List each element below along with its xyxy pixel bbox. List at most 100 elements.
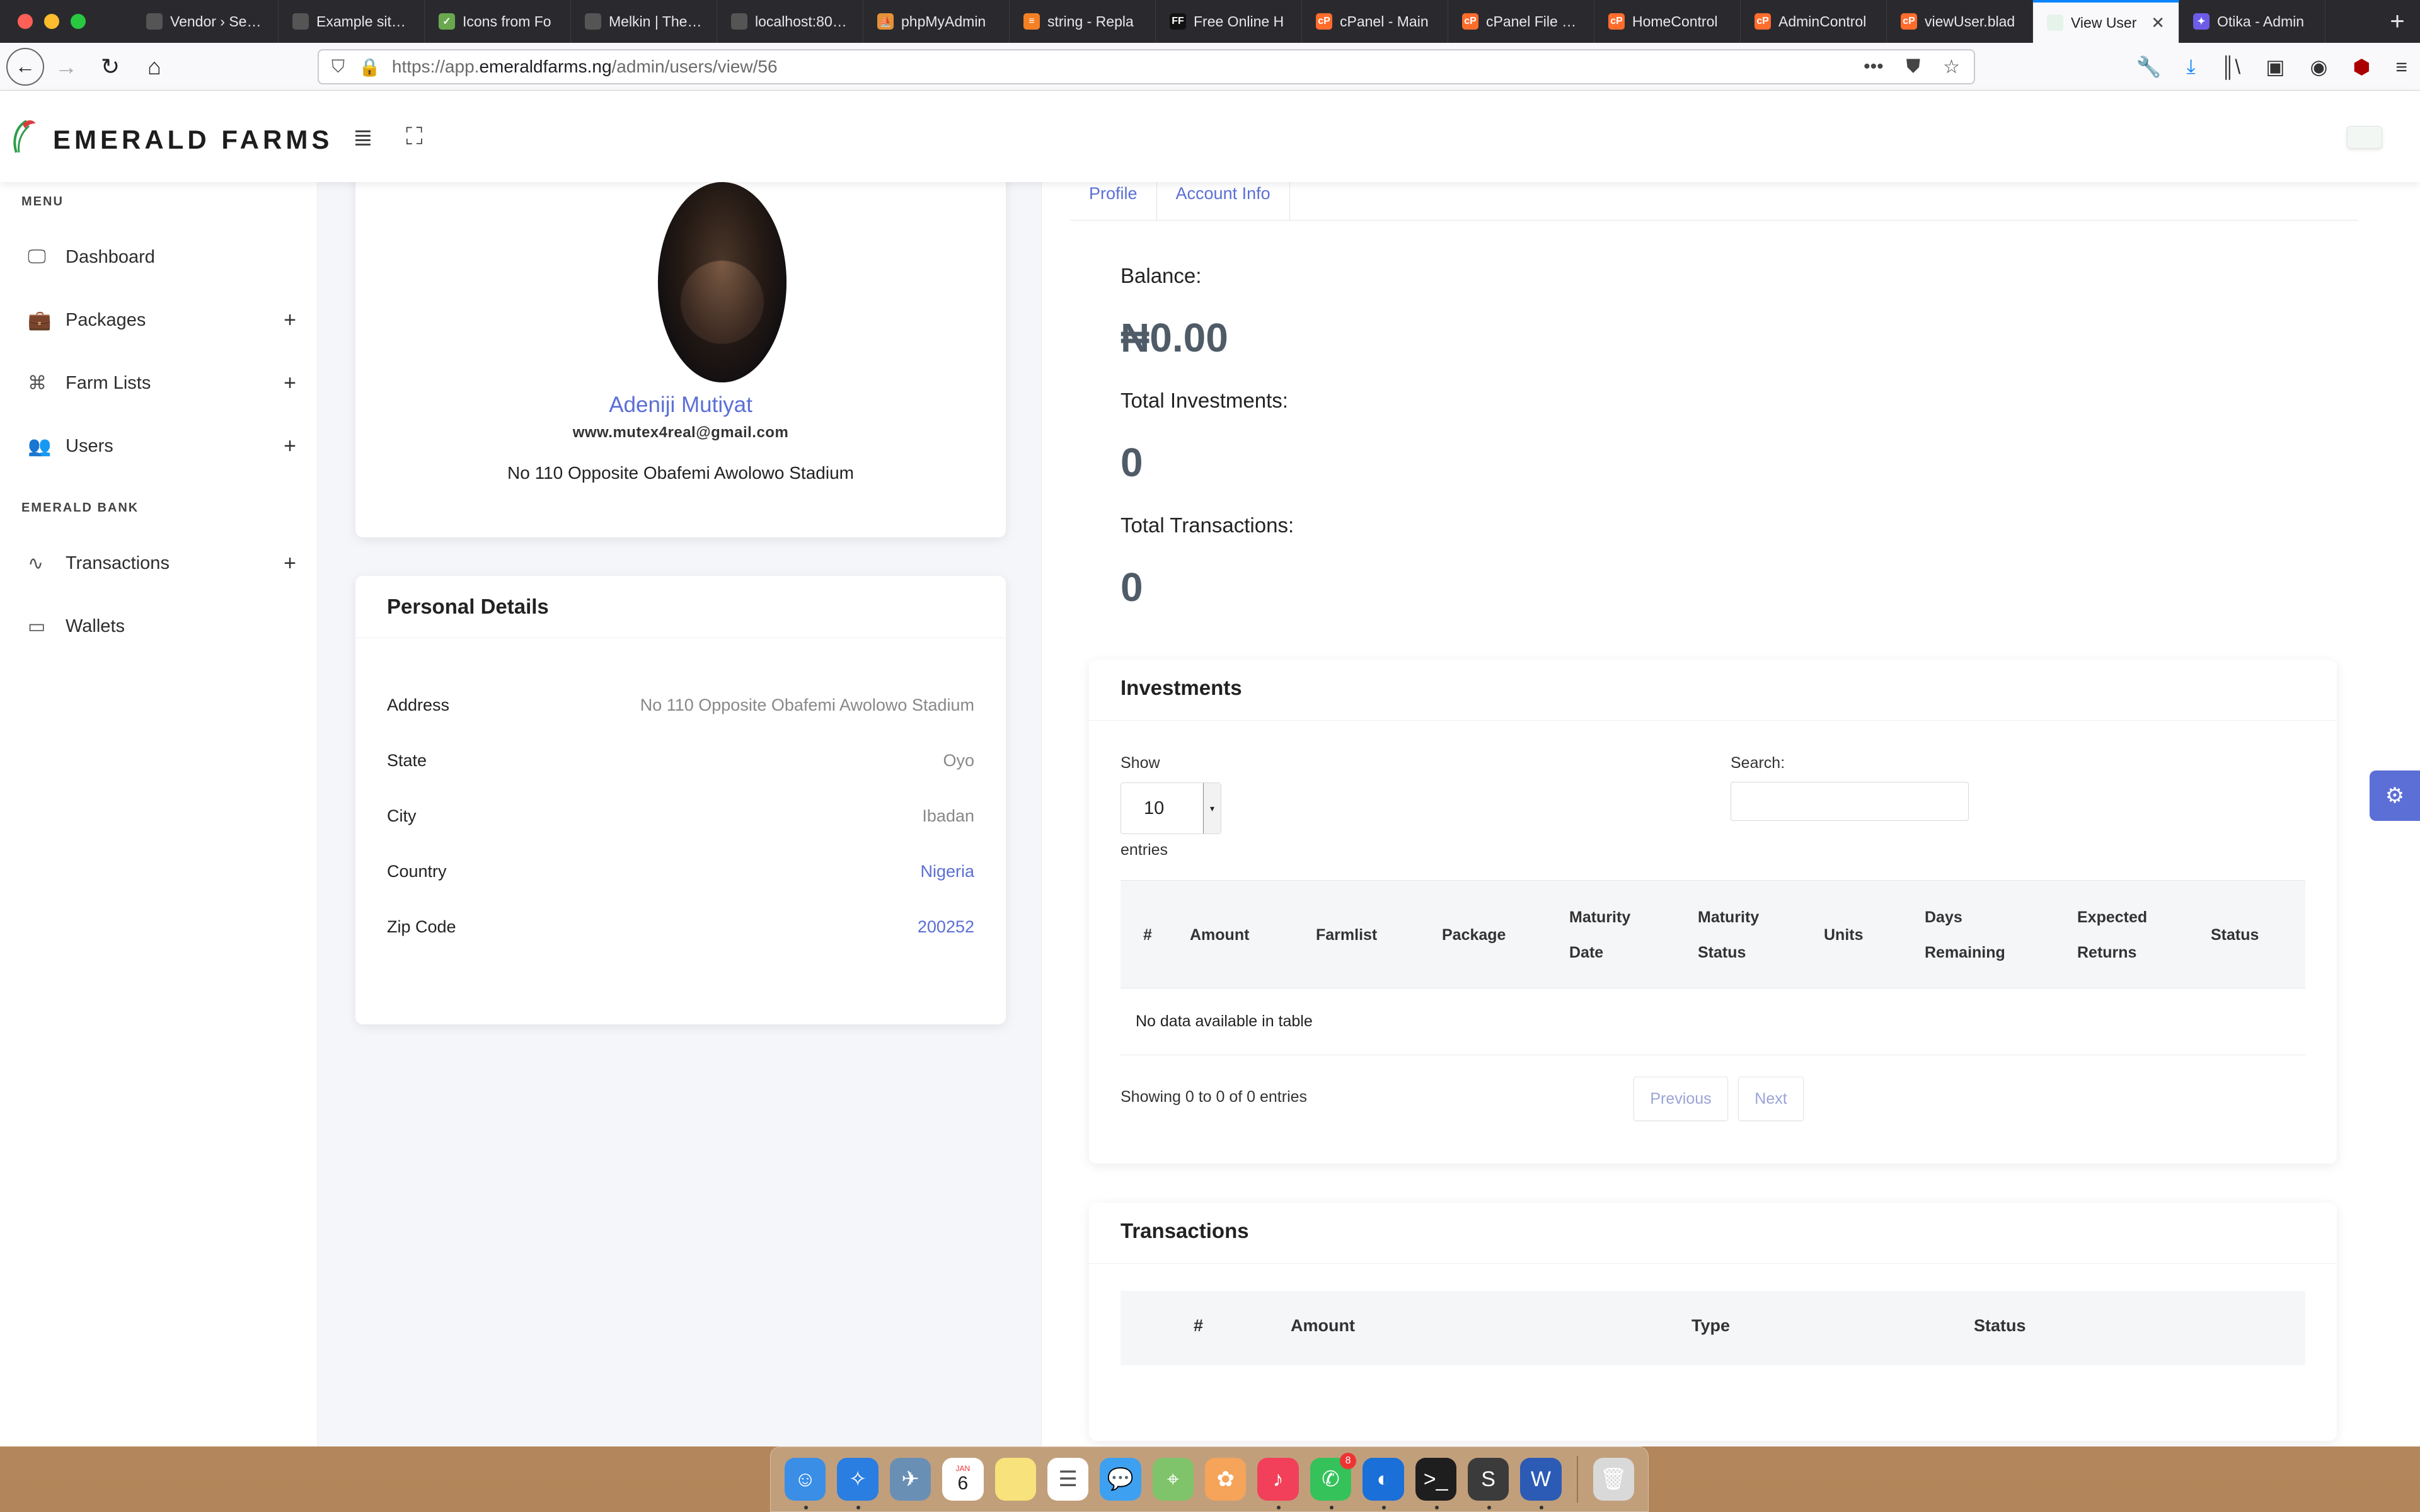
sidebar-item-transactions[interactable]: ∿ Transactions + bbox=[0, 541, 318, 585]
wrench-icon[interactable]: 🔧 bbox=[2136, 55, 2162, 79]
browser-tab[interactable]: Example site nam bbox=[279, 0, 425, 43]
fullscreen-window-button[interactable] bbox=[71, 14, 86, 29]
messages-icon[interactable]: 💬 bbox=[1100, 1458, 1141, 1501]
browser-tab[interactable]: cP viewUser.blad bbox=[1887, 0, 2033, 43]
expand-plus-icon[interactable]: + bbox=[284, 551, 296, 576]
sidebar-item-packages[interactable]: 💼 Packages + bbox=[0, 298, 318, 342]
library-icon[interactable]: ║\ bbox=[2221, 55, 2241, 79]
forward-button[interactable]: → bbox=[44, 48, 88, 86]
terminal-icon[interactable]: >_ bbox=[1415, 1458, 1456, 1509]
sidebar-item-dashboard[interactable]: 🖵 Dashboard bbox=[0, 235, 318, 279]
word-icon[interactable]: W bbox=[1520, 1458, 1562, 1509]
table-header-cell[interactable]: Type bbox=[1691, 1316, 1730, 1336]
divider bbox=[1089, 720, 2337, 721]
table-header-cell[interactable]: # bbox=[1194, 1316, 1203, 1336]
table-header-cell[interactable]: Amount bbox=[1291, 1316, 1355, 1336]
reminders-icon[interactable]: ☰ bbox=[1047, 1458, 1089, 1501]
finder-icon[interactable]: ☺ bbox=[785, 1458, 826, 1509]
fullscreen-icon[interactable]: ⛶ bbox=[406, 123, 423, 151]
sidebar-item-wallets[interactable]: ▭ Wallets bbox=[0, 604, 318, 648]
close-tab-icon[interactable]: ✕ bbox=[2151, 13, 2165, 33]
safari-icon[interactable]: ✧ bbox=[837, 1458, 879, 1509]
browser-tab[interactable]: cP cPanel File Ma bbox=[1448, 0, 1594, 43]
new-tab-button[interactable]: + bbox=[2375, 0, 2420, 43]
browser-tab[interactable]: ≡ string - Repla bbox=[1010, 0, 1156, 43]
trash-icon[interactable]: 🗑 bbox=[1593, 1458, 1634, 1501]
browser-tab[interactable]: View User ✕ bbox=[2033, 0, 2179, 43]
browser-tab[interactable]: Melkin | The book bbox=[571, 0, 717, 43]
account-icon[interactable]: ◉ bbox=[2310, 55, 2327, 79]
running-indicator bbox=[1329, 1506, 1334, 1509]
ublock-icon[interactable]: ⬢ bbox=[2353, 55, 2370, 79]
download-icon[interactable]: ⤓ bbox=[2187, 55, 2196, 79]
maps-icon[interactable]: ⌖ bbox=[1152, 1458, 1194, 1501]
sublime-icon[interactable]: S bbox=[1467, 1458, 1509, 1509]
sidebar-item-users[interactable]: 👥 Users + bbox=[0, 424, 318, 468]
expand-plus-icon[interactable]: + bbox=[284, 308, 296, 333]
dock-separator bbox=[1576, 1456, 1578, 1503]
table-header-cell[interactable]: Package bbox=[1442, 917, 1543, 953]
tab-label: cPanel - Main bbox=[1340, 13, 1429, 30]
whatsapp-icon[interactable]: ✆ 8 bbox=[1310, 1453, 1357, 1509]
previous-page-button[interactable]: Previous bbox=[1634, 1077, 1728, 1121]
hamburger-menu-icon[interactable]: ≣ bbox=[353, 123, 373, 152]
browser-tab[interactable]: cP AdminControl bbox=[1741, 0, 1887, 43]
browser-tab[interactable]: FF Free Online H bbox=[1156, 0, 1302, 43]
browser-tab[interactable]: ✦ Otika - Admin bbox=[2179, 0, 2325, 43]
table-header-cell[interactable]: # bbox=[1143, 917, 1168, 953]
pocket-icon[interactable]: ⛊ bbox=[1906, 56, 1921, 78]
browser-tabs: Vendor › Setup W Example site nam ✓ Icons f… bbox=[132, 0, 2375, 43]
tab-favicon-icon: cP bbox=[1462, 13, 1478, 30]
browser-tab[interactable]: cP HomeControl bbox=[1594, 0, 1741, 43]
monitor-icon: 🖵 bbox=[28, 246, 46, 267]
table-header-cell[interactable]: Amount bbox=[1190, 917, 1278, 953]
minimize-window-button[interactable] bbox=[44, 14, 59, 29]
address-bar[interactable]: ⛉ 🔒 https://app. emeraldfarms.ng/admin/us… bbox=[318, 49, 1975, 84]
running-indicator bbox=[1434, 1506, 1439, 1509]
user-avatar[interactable] bbox=[2347, 126, 2382, 149]
home-button[interactable]: ⌂ bbox=[132, 48, 176, 86]
emerald-farms-logo-icon bbox=[13, 120, 35, 153]
investments-title: Investments bbox=[1121, 676, 1242, 699]
macos-dock: ☺ ✧ ✈ JAN 6 ☰ 💬 ⌖ ✿ ♪ ✆ 8 ◐ >_ S W 🗑 bbox=[770, 1446, 1649, 1512]
reload-button[interactable]: ↻ bbox=[88, 48, 132, 86]
expand-plus-icon[interactable]: + bbox=[284, 371, 296, 396]
back-button[interactable]: ← bbox=[0, 47, 44, 86]
shield-icon: ⛉ bbox=[331, 56, 345, 76]
search-input[interactable] bbox=[1731, 782, 1969, 821]
close-window-button[interactable] bbox=[18, 14, 33, 29]
table-header-cell[interactable]: Days Remaining bbox=[1925, 900, 2019, 970]
table-header-cell[interactable]: Status bbox=[2211, 917, 2286, 953]
investments-table-header: # Amount Farmlist Package Maturity Date Matur… bbox=[1121, 880, 2305, 988]
next-page-button[interactable]: Next bbox=[1738, 1077, 1804, 1121]
calendar-icon[interactable]: JAN 6 bbox=[942, 1458, 984, 1501]
more-actions-icon[interactable]: ••• bbox=[1864, 56, 1884, 78]
menu-icon[interactable]: ≡ bbox=[2395, 55, 2407, 79]
notes-icon[interactable] bbox=[994, 1458, 1036, 1501]
browser-tab[interactable]: ✓ Icons from Fo bbox=[425, 0, 571, 43]
table-header-cell[interactable]: Maturity Status bbox=[1698, 900, 1780, 970]
command-icon: ⌘ bbox=[28, 372, 47, 394]
entries-per-page-select[interactable]: 10 ▾ bbox=[1121, 782, 1221, 834]
table-header-cell[interactable]: Farmlist bbox=[1316, 917, 1417, 953]
tab-label: cPanel File Ma bbox=[1486, 13, 1580, 30]
browser-tab[interactable]: localhost:8000/ve bbox=[717, 0, 863, 43]
photos-icon[interactable]: ✿ bbox=[1205, 1458, 1247, 1501]
expand-plus-icon[interactable]: + bbox=[284, 434, 296, 459]
browser-tab[interactable]: ⛵ phpMyAdmin bbox=[863, 0, 1010, 43]
table-header-cell[interactable]: Expected Returns bbox=[2077, 900, 2172, 970]
table-header-cell[interactable]: Maturity Date bbox=[1569, 900, 1651, 970]
sidebar-item-farm-lists[interactable]: ⌘ Farm Lists + bbox=[0, 361, 318, 405]
settings-gear-button[interactable]: ⚙ bbox=[2370, 770, 2420, 821]
detail-label: Address bbox=[387, 696, 450, 714]
firefox-icon[interactable]: ◐ bbox=[1363, 1458, 1404, 1509]
table-header-cell[interactable]: Units bbox=[1824, 917, 1887, 953]
bookmark-star-icon[interactable]: ☆ bbox=[1943, 56, 1960, 78]
table-header-cell[interactable]: Status bbox=[1974, 1316, 2026, 1336]
music-icon[interactable]: ♪ bbox=[1257, 1458, 1299, 1509]
browser-tab[interactable]: cP cPanel - Main bbox=[1302, 0, 1448, 43]
sidebar-toggle-icon[interactable]: ▣ bbox=[2266, 55, 2285, 79]
browser-window: Vendor › Setup W Example site nam ✓ Icons f… bbox=[0, 0, 2420, 1446]
browser-tab[interactable]: Vendor › Setup W bbox=[132, 0, 279, 43]
preview-icon[interactable]: ✈ bbox=[889, 1458, 931, 1501]
